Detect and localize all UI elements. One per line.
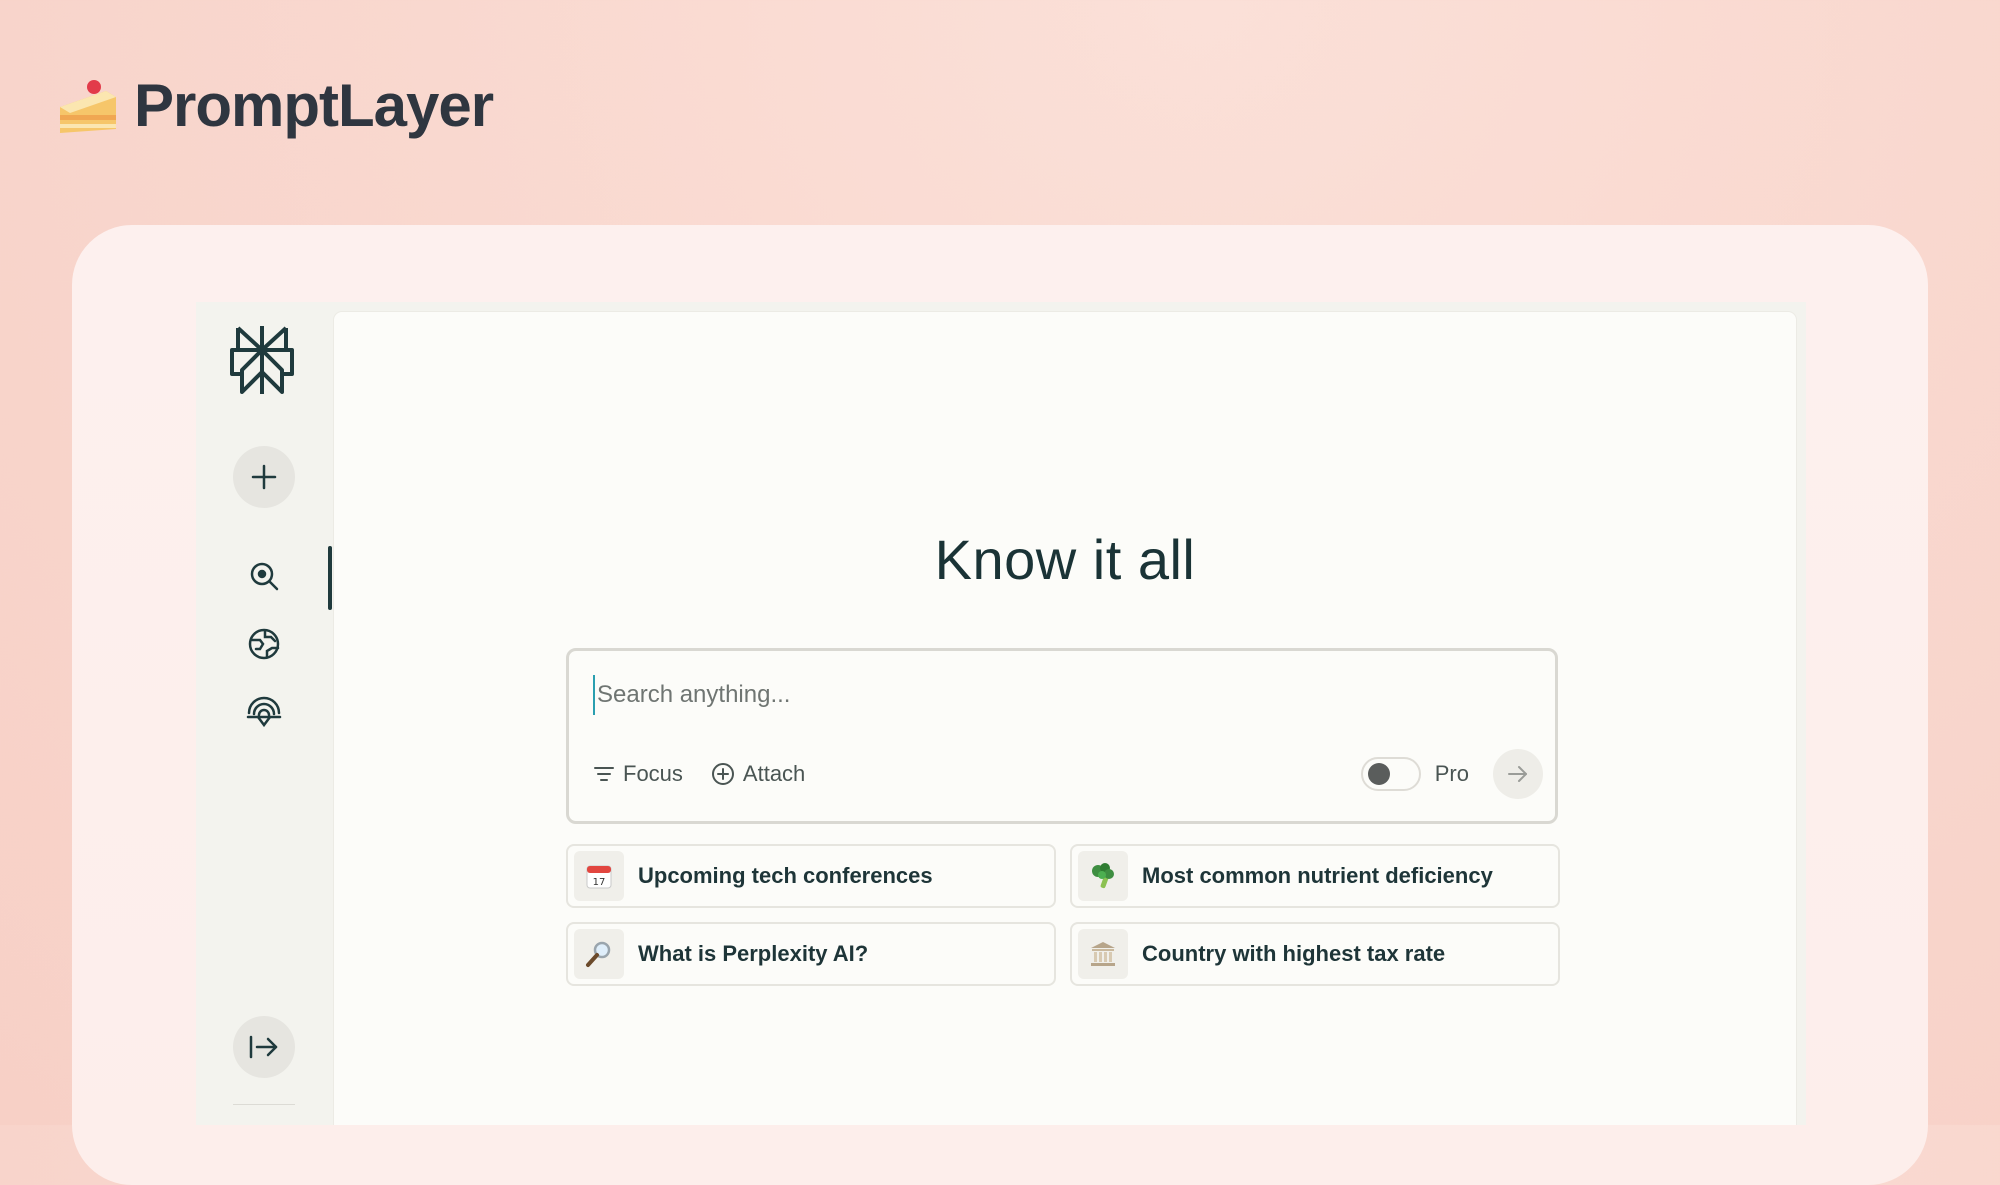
suggestion-label: What is Perplexity AI?	[638, 941, 869, 966]
attach-label: Attach	[742, 761, 806, 786]
attach-button[interactable]: Attach	[711, 761, 805, 787]
suggestion-item[interactable]: Most common nutrient deficiency	[1070, 844, 1560, 908]
broccoli-icon	[1078, 851, 1128, 901]
arrow-right-icon	[1508, 766, 1527, 782]
expand-sidebar-button[interactable]	[233, 1016, 295, 1078]
active-nav-indicator	[328, 546, 332, 610]
new-thread-button[interactable]	[233, 446, 295, 508]
suggestion-grid: 17 Upcoming tech conferences Most common…	[566, 844, 1560, 986]
plus-icon	[251, 464, 277, 490]
sidebar-item-home[interactable]	[244, 556, 284, 596]
search-icon	[250, 562, 279, 591]
pro-toggle-knob	[1367, 763, 1390, 785]
plus-circle-icon	[711, 763, 734, 785]
suggestion-item[interactable]: Country with highest tax rate	[1070, 922, 1560, 986]
suggestion-label: Country with highest tax rate	[1142, 941, 1446, 966]
suggestion-label: Most common nutrient deficiency	[1142, 863, 1493, 888]
main-panel: Know it all Focus	[334, 312, 1796, 1125]
brand-header: PromptLayer	[56, 72, 494, 139]
sidebar-divider	[233, 1104, 295, 1105]
pro-toggle[interactable]	[1360, 757, 1421, 791]
suggestion-item[interactable]: What is Perplexity AI?	[566, 922, 1056, 986]
page-title: Know it all	[934, 528, 1196, 591]
focus-label: Focus	[623, 761, 683, 786]
search-actions: Pro	[1360, 749, 1543, 799]
suggestion-item[interactable]: 17 Upcoming tech conferences	[566, 844, 1056, 908]
sidebar-item-library[interactable]	[244, 692, 284, 732]
sidebar	[196, 302, 334, 1125]
suggestion-label: Upcoming tech conferences	[638, 863, 933, 888]
magnifier-icon	[574, 929, 624, 979]
perplexity-logo-icon[interactable]	[230, 324, 294, 396]
search-tools: Focus Attach	[593, 761, 805, 787]
focus-button[interactable]: Focus	[593, 761, 683, 787]
cake-icon	[56, 77, 120, 135]
filter-icon	[594, 767, 614, 781]
library-icon	[246, 696, 282, 728]
svg-text:17: 17	[593, 877, 606, 888]
search-input[interactable]	[593, 675, 1497, 715]
globe-icon	[248, 628, 280, 660]
submit-button[interactable]	[1493, 749, 1543, 799]
search-box: Focus Attach Pro	[566, 648, 1558, 824]
calendar-icon: 17	[574, 851, 624, 901]
app-window: Know it all Focus	[196, 302, 1806, 1125]
bank-icon	[1078, 929, 1128, 979]
expand-icon	[249, 1035, 278, 1059]
brand-name: PromptLayer	[134, 72, 494, 139]
sidebar-item-discover[interactable]	[244, 624, 284, 664]
pro-label: Pro	[1434, 761, 1469, 786]
